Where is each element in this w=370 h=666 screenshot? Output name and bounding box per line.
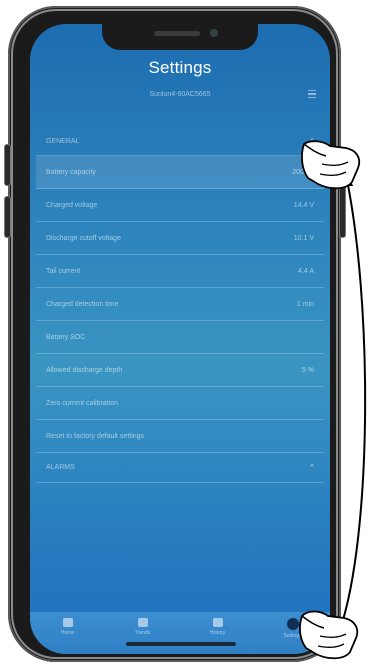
- gesture-overlay: [299, 140, 367, 660]
- pointing-hand-icon: [299, 610, 359, 660]
- pointing-hand-icon: [301, 140, 361, 190]
- curved-arrow: [342, 174, 367, 621]
